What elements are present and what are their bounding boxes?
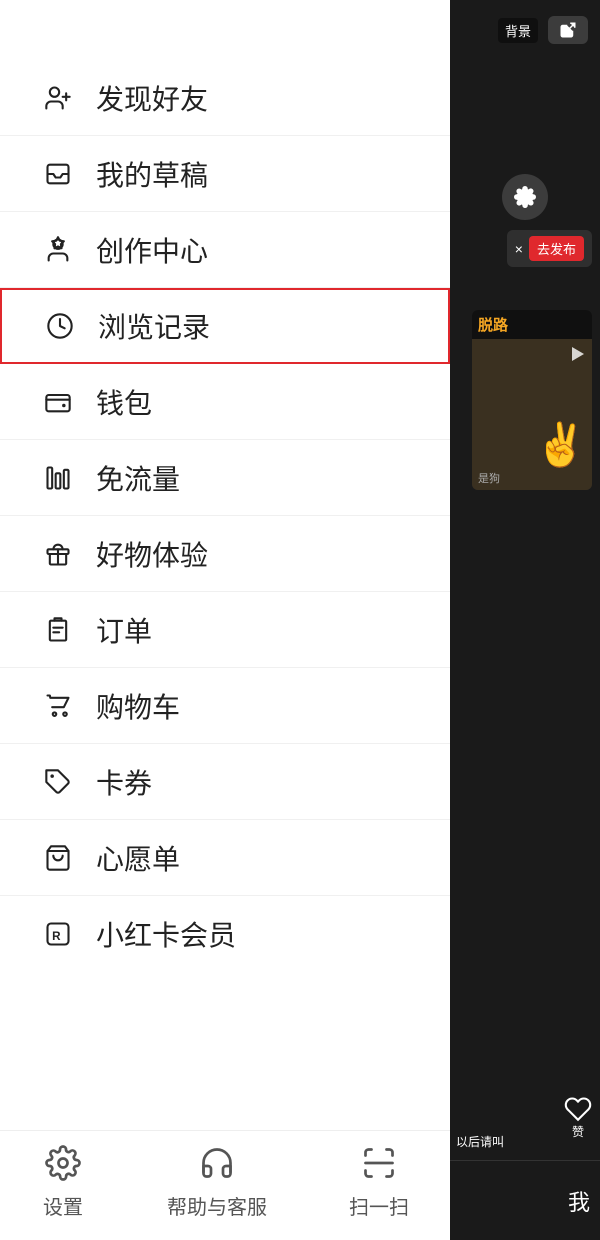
bottom-text: 以后请叫 — [456, 1133, 504, 1150]
menu-label-shopping-cart: 购物车 — [96, 686, 180, 726]
headset-icon — [195, 1141, 239, 1185]
notification-popup: × 去发布 — [507, 230, 592, 267]
bottom-item-scan[interactable]: 扫一扫 — [349, 1141, 409, 1220]
menu-item-coupons[interactable]: 卡券 — [0, 744, 450, 820]
right-panel: 背景 × 去发布 — [450, 0, 600, 1240]
redcard-icon: R — [40, 916, 76, 952]
clipboard-icon — [40, 612, 76, 648]
video-subtitle: 是狗 — [478, 470, 500, 486]
gear-icon — [41, 1141, 85, 1185]
menu-item-browse-history[interactable]: 浏览记录 — [0, 288, 450, 364]
menu-item-creation-center[interactable]: 创作中心 — [0, 212, 450, 288]
menu-item-wallet[interactable]: 钱包 — [0, 364, 450, 440]
bottom-bar: 设置 帮助与客服 — [0, 1130, 450, 1240]
notification-close[interactable]: × — [515, 241, 523, 257]
scan-icon — [357, 1141, 401, 1185]
menu-scroll-area: 发现好友 我的草稿 — [0, 60, 450, 1130]
svg-text:R: R — [52, 930, 61, 943]
menu-item-free-traffic[interactable]: 免流量 — [0, 440, 450, 516]
right-actions: 赞 — [564, 1095, 592, 1140]
menu-label-coupons: 卡券 — [96, 762, 152, 802]
video-title-bar: 脱路 — [472, 310, 592, 339]
menu-item-shopping-cart[interactable]: 购物车 — [0, 668, 450, 744]
menu-label-free-traffic: 免流量 — [96, 458, 180, 498]
menu-item-redcard-member[interactable]: R 小红卡会员 — [0, 896, 450, 972]
scan-label: 扫一扫 — [349, 1191, 409, 1220]
menu-label-good-experience: 好物体验 — [96, 534, 208, 574]
menu-item-find-friends[interactable]: 发现好友 — [0, 60, 450, 136]
like-label: 赞 — [572, 1123, 584, 1140]
action-button-1[interactable] — [502, 174, 548, 220]
wallet-icon — [40, 384, 76, 420]
menu-label-browse-history: 浏览记录 — [98, 306, 210, 346]
menu-item-orders[interactable]: 订单 — [0, 592, 450, 668]
hand-emoji: ✌️ — [535, 421, 587, 470]
menu-item-good-experience[interactable]: 好物体验 — [0, 516, 450, 592]
menu-label-wallet: 钱包 — [96, 382, 152, 422]
menu-label-redcard-member: 小红卡会员 — [96, 914, 236, 954]
right-action-buttons — [450, 60, 600, 220]
video-title: 脱路 — [478, 317, 508, 334]
menu-label-find-friends: 发现好友 — [96, 78, 208, 118]
right-top-bar: 背景 — [450, 0, 600, 60]
tag-icon — [40, 764, 76, 800]
share-button[interactable] — [548, 16, 588, 44]
gift-icon — [40, 536, 76, 572]
tab-me[interactable]: 我 — [568, 1185, 590, 1217]
app-container: 发现好友 我的草稿 — [0, 0, 600, 1240]
user-star-icon — [40, 232, 76, 268]
menu-label-wishlist: 心愿单 — [96, 838, 180, 878]
video-thumbnail[interactable]: 脱路 ✌️ 是狗 — [472, 310, 592, 490]
video-content: ✌️ 是狗 — [472, 339, 592, 490]
right-tab-bar: 我 — [450, 1160, 600, 1240]
inbox-icon — [40, 156, 76, 192]
menu-panel: 发现好友 我的草稿 — [0, 0, 450, 1240]
bar-chart-icon — [40, 460, 76, 496]
settings-label: 设置 — [43, 1191, 83, 1220]
like-button[interactable]: 赞 — [564, 1095, 592, 1140]
help-label: 帮助与客服 — [167, 1191, 267, 1220]
menu-label-creation-center: 创作中心 — [96, 230, 208, 270]
cart-icon — [40, 688, 76, 724]
menu-label-orders: 订单 — [96, 610, 152, 650]
menu-label-drafts: 我的草稿 — [96, 154, 208, 194]
background-btn[interactable]: 背景 — [498, 18, 538, 43]
menu-item-drafts[interactable]: 我的草稿 — [0, 136, 450, 212]
bottom-item-help[interactable]: 帮助与客服 — [167, 1141, 267, 1220]
publish-button[interactable]: 去发布 — [529, 236, 584, 261]
clock-icon — [42, 308, 78, 344]
menu-top-space — [0, 0, 450, 60]
user-plus-icon — [40, 80, 76, 116]
bag-icon — [40, 840, 76, 876]
bottom-item-settings[interactable]: 设置 — [41, 1141, 85, 1220]
play-icon — [572, 347, 584, 361]
menu-item-wishlist[interactable]: 心愿单 — [0, 820, 450, 896]
